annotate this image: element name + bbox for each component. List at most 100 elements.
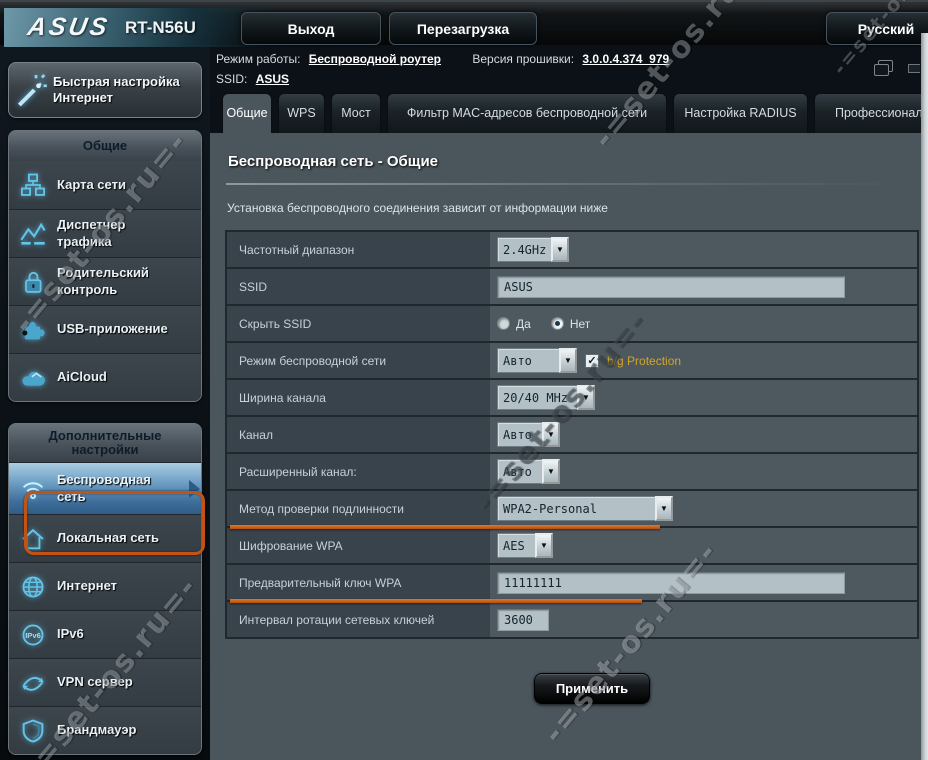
hide-ssid-radio-yes[interactable] — [497, 317, 510, 330]
row-channel-bandwidth: Ширина канала 20/40 MHz ▼ — [227, 380, 917, 417]
dropdown-arrow-icon[interactable]: ▼ — [535, 533, 553, 558]
extension-channel-select[interactable]: Авто ▼ — [497, 459, 560, 484]
page-description: Установка беспроводного соединения завис… — [227, 201, 608, 215]
dropdown-arrow-icon[interactable]: ▼ — [559, 348, 577, 373]
ssid-link[interactable]: ASUS — [256, 72, 289, 86]
advanced-title-text: Дополнительные настройки — [30, 429, 180, 458]
tab-bridge[interactable]: Мост — [331, 93, 381, 133]
sidebar-item-aicloud[interactable]: AiCloud — [9, 353, 201, 401]
wifi-icon — [19, 475, 47, 503]
wireless-tabs: Общие WPS Мост Фильтр MAC-адресов беспро… — [222, 93, 921, 133]
magic-wand-icon — [9, 70, 53, 110]
home-icon — [19, 525, 47, 553]
row-wpa-key: Предварительный ключ WPA — [227, 565, 917, 602]
channel-label: Канал — [239, 428, 273, 442]
sidebar-group-general: Общие Карта сети Диспетчер трафика — [8, 130, 202, 402]
sidebar-item-parental-control[interactable]: Родительский контроль — [9, 257, 201, 305]
sidebar-item-wireless[interactable]: Беспроводная сеть — [9, 462, 201, 514]
tab-professional[interactable]: Профессионально — [814, 93, 921, 133]
channel-bandwidth-select[interactable]: 20/40 MHz ▼ — [497, 385, 595, 410]
wpa-encryption-select[interactable]: AES ▼ — [497, 533, 553, 558]
tab-radius[interactable]: Настройка RADIUS — [673, 93, 808, 133]
lan-label: Локальная сеть — [57, 530, 159, 546]
operation-mode-label: Режим работы: — [216, 52, 300, 66]
ssid-input[interactable] — [497, 276, 845, 298]
clipped-toolbar-icon[interactable] — [908, 64, 920, 73]
row-extension-channel: Расширенный канал: Авто ▼ — [227, 454, 917, 491]
title-divider — [226, 183, 906, 185]
sidebar-section-advanced-title: Дополнительные настройки — [9, 424, 201, 462]
channel-select[interactable]: Авто ▼ — [497, 422, 560, 447]
general-title-text: Общие — [83, 139, 127, 153]
top-bar: ASUS RT-N56U Выход Перезагрузка Русский — [0, 0, 928, 45]
wpa-key-input[interactable] — [497, 572, 845, 594]
quick-setup-button[interactable]: Быстрая настройка Интернет — [8, 62, 202, 118]
main-panel: Беспроводная сеть - Общие Установка бесп… — [210, 133, 921, 760]
shield-icon — [19, 717, 47, 745]
traffic-chart-icon — [19, 220, 47, 248]
dropdown-arrow-icon[interactable]: ▼ — [577, 385, 595, 410]
wpa-encryption-value: AES — [497, 533, 535, 558]
channel-bandwidth-value: 20/40 MHz — [497, 385, 577, 410]
sidebar-item-wan[interactable]: Интернет — [9, 562, 201, 610]
channel-value: Авто — [497, 422, 542, 447]
hide-ssid-radio-no[interactable] — [551, 317, 564, 330]
restore-window-icon[interactable] — [878, 60, 893, 72]
apply-button[interactable]: Применить — [534, 673, 650, 704]
row-auth-method: Метод проверки подлинности WPA2-Personal… — [227, 491, 917, 528]
quick-setup-label: Быстрая настройка Интернет — [53, 74, 183, 107]
sidebar-item-usb-application[interactable]: USB-приложение — [9, 305, 201, 353]
bg-protection-checkbox[interactable]: ✓ — [585, 354, 599, 368]
key-rotation-input[interactable] — [497, 609, 549, 631]
sidebar-item-lan[interactable]: Локальная сеть — [9, 514, 201, 562]
annotation-underline-auth — [230, 525, 660, 529]
firmware-version-link[interactable]: 3.0.0.4.374_979 — [582, 52, 669, 66]
wireless-mode-value: Авто — [497, 348, 559, 373]
sidebar-section-general-title: Общие — [9, 131, 201, 161]
wpa-encryption-label: Шифрование WPA — [239, 539, 343, 553]
ipv6-icon: IPv6 — [19, 621, 47, 649]
sidebar-item-vpn[interactable]: VPN сервер — [9, 658, 201, 706]
dropdown-arrow-icon[interactable]: ▼ — [542, 422, 560, 447]
reboot-button[interactable]: Перезагрузка — [389, 12, 537, 45]
frequency-band-value: 2.4GHz — [497, 237, 551, 262]
sidebar-item-ipv6[interactable]: IPv6 IPv6 — [9, 610, 201, 658]
frequency-band-select[interactable]: 2.4GHz ▼ — [497, 237, 569, 262]
dropdown-arrow-icon[interactable]: ▼ — [551, 237, 569, 262]
key-rotation-label: Интервал ротации сетевых ключей — [239, 613, 434, 627]
lock-icon — [19, 268, 47, 296]
traffic-manager-label: Диспетчер трафика — [57, 217, 167, 250]
row-hide-ssid: Скрыть SSID Да Нет — [227, 306, 917, 343]
firewall-label: Брандмауэр — [57, 722, 136, 738]
apply-label: Применить — [556, 681, 628, 696]
tab-general[interactable]: Общие — [222, 93, 272, 133]
sidebar-item-network-map[interactable]: Карта сети — [9, 161, 201, 209]
row-wpa-encryption: Шифрование WPA AES ▼ — [227, 528, 917, 565]
settings-table: Частотный диапазон 2.4GHz ▼ SSID Скрыть … — [225, 230, 919, 639]
sidebar-item-traffic-manager[interactable]: Диспетчер трафика — [9, 209, 201, 257]
tab-professional-label: Профессионально — [835, 106, 921, 122]
tab-bridge-label: Мост — [341, 106, 370, 122]
row-wireless-mode: Режим беспроводной сети Авто ▼ ✓ b/g Pro… — [227, 343, 917, 380]
asus-logo: ASUS — [25, 13, 112, 42]
active-item-arrow-icon — [189, 480, 200, 498]
tab-mac-filter-label: Фильтр MAC-адресов беспроводной сети — [407, 106, 647, 122]
tab-mac-filter[interactable]: Фильтр MAC-адресов беспроводной сети — [387, 93, 667, 133]
auth-method-select[interactable]: WPA2-Personal ▼ — [497, 496, 673, 521]
tab-wps-label: WPS — [287, 106, 315, 122]
tab-radius-label: Настройка RADIUS — [684, 106, 796, 122]
tab-wps[interactable]: WPS — [278, 93, 325, 133]
usb-application-label: USB-приложение — [57, 321, 168, 337]
operation-mode-link[interactable]: Беспроводной роутер — [309, 52, 441, 66]
sidebar-item-firewall[interactable]: Брандмауэр — [9, 706, 201, 754]
hide-ssid-no-label: Нет — [570, 317, 590, 331]
wireless-mode-select[interactable]: Авто ▼ — [497, 348, 577, 373]
language-button[interactable]: Русский — [826, 12, 928, 45]
logout-button[interactable]: Выход — [241, 12, 381, 45]
hide-ssid-label: Скрыть SSID — [239, 317, 311, 331]
language-label: Русский — [858, 21, 915, 37]
dropdown-arrow-icon[interactable]: ▼ — [542, 459, 560, 484]
dropdown-arrow-icon[interactable]: ▼ — [655, 496, 673, 521]
scrollbar[interactable] — [921, 33, 928, 760]
ipv6-label: IPv6 — [57, 626, 84, 642]
